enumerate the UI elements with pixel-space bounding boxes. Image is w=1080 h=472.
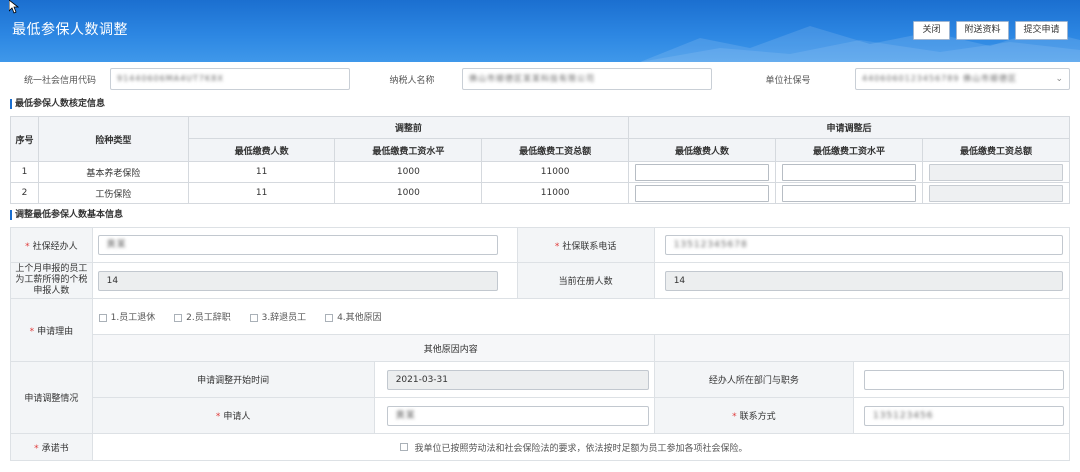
reason-option-resign[interactable]: 2.员工辞职 xyxy=(174,310,231,323)
reason-option-retire[interactable]: 1.员工退休 xyxy=(98,310,155,323)
dept-input[interactable] xyxy=(863,369,1064,390)
section-title-min-insured: 最低参保人数核定信息 xyxy=(10,99,105,109)
table-row: 2 工伤保险 11 1000 11000 xyxy=(10,182,1071,204)
submit-application-button[interactable]: 提交申请 xyxy=(1015,21,1068,40)
table-row: 1 基本养老保险 11 1000 11000 xyxy=(10,161,1071,183)
reason-option-dismiss[interactable]: 3.辞退员工 xyxy=(249,310,306,323)
applicant-value: 黄某 xyxy=(395,410,416,421)
required-mark: * xyxy=(732,412,737,422)
agent-value: 黄某 xyxy=(106,240,127,250)
last-month-count: 14 xyxy=(97,270,498,291)
row-seq: 2 xyxy=(10,182,39,204)
taxpayer-name-label: 纳税人名称 xyxy=(389,76,435,86)
required-mark: * xyxy=(29,326,35,337)
promise-text: 我单位已按照劳动法和社会保险法的要求，依法按时足额为员工参加各项社会保险。 xyxy=(414,443,748,454)
current-count-label: 当前在册人数 xyxy=(516,262,655,299)
credit-code-field[interactable]: 91440606MA4UT7K8X xyxy=(110,68,350,90)
close-button[interactable]: 关闭 xyxy=(913,21,950,40)
checkbox[interactable] xyxy=(174,313,183,322)
mountain-decoration xyxy=(640,26,1080,62)
current-count: 14 xyxy=(664,270,1063,291)
reason-option-other[interactable]: 4.其他原因 xyxy=(325,310,382,323)
mouse-cursor-icon xyxy=(9,0,19,14)
agent-input[interactable]: 黄某 xyxy=(97,235,498,255)
row-before-total: 11000 xyxy=(481,182,630,204)
attach-materials-button[interactable]: 附送资料 xyxy=(956,21,1009,40)
taxpayer-info-bar: 统一社会信用代码 91440606MA4UT7K8X 纳税人名称 佛山市顺德区某… xyxy=(0,62,1080,96)
checkbox[interactable] xyxy=(98,313,107,322)
row-insurance-type: 工伤保险 xyxy=(37,182,189,204)
dept-label: 经办人所在部门与职务 xyxy=(653,361,854,398)
phone-value: 13512345678 xyxy=(673,240,748,250)
other-reason-content xyxy=(653,334,1071,362)
chevron-down-icon: ⌄ xyxy=(1055,74,1063,84)
situation-label: 申请调整情况 xyxy=(10,361,93,434)
checkbox[interactable] xyxy=(249,313,258,322)
row-seq: 1 xyxy=(10,161,39,183)
header-before-min-people: 最低缴费人数 xyxy=(187,138,336,162)
section-title-basic-info: 调整最低参保人数基本信息 xyxy=(10,210,123,220)
contact-label: 联系方式 xyxy=(739,412,776,422)
promise-checkbox[interactable] xyxy=(399,443,408,451)
basic-info-table: * 社保经办人 黄某 * 社保联系电话 13512345678 上个月申报的员工为工… xyxy=(10,227,1071,461)
social-security-no-value: 4406060123456789 佛山市顺德区 xyxy=(862,74,1017,83)
phone-input[interactable]: 13512345678 xyxy=(664,235,1063,255)
header-before: 调整前 xyxy=(187,116,630,139)
header-after: 申请调整后 xyxy=(628,116,1070,139)
header-before-min-wage: 最低缴费工资水平 xyxy=(334,138,483,162)
header-after-min-people: 最低缴费人数 xyxy=(628,138,776,162)
after-total-input xyxy=(928,163,1063,181)
required-mark: * xyxy=(34,443,39,454)
header-before-min-total: 最低缴费工资总额 xyxy=(481,138,630,162)
row-before-wage: 1000 xyxy=(334,182,483,204)
row-before-people: 11 xyxy=(187,182,336,204)
reason-label: 申请理由 xyxy=(37,326,74,337)
last-month-label: 上个月申报的员工为工薪所得的个税申报人数 xyxy=(10,262,93,299)
contact-value: 135123456 xyxy=(872,410,934,421)
header-after-min-total: 最低缴费工资总额 xyxy=(921,138,1071,162)
required-mark: * xyxy=(25,241,30,252)
page-header: 最低参保人数调整 关闭 附送资料 提交申请 xyxy=(0,0,1080,62)
row-before-people: 11 xyxy=(187,161,336,183)
required-mark: * xyxy=(215,412,221,422)
after-wage-input[interactable] xyxy=(781,184,916,202)
promise-label: 承诺书 xyxy=(41,443,69,454)
credit-code-label: 统一社会信用代码 xyxy=(23,76,96,86)
social-security-no-select[interactable]: 4406060123456789 佛山市顺德区 ⌄ xyxy=(855,68,1070,90)
other-reason-label: 其他原因内容 xyxy=(91,334,655,362)
min-insured-table: 序号 险种类型 调整前 申请调整后 最低缴费人数 最低缴费工资水平 最低缴费工资… xyxy=(10,116,1071,204)
taxpayer-name-value: 佛山市顺德区某某科技有限公司 xyxy=(469,74,595,83)
row-before-total: 11000 xyxy=(481,161,630,183)
after-wage-input[interactable] xyxy=(781,163,916,181)
header-seq: 序号 xyxy=(10,116,39,162)
credit-code-value: 91440606MA4UT7K8X xyxy=(117,74,224,83)
phone-label: 社保联系电话 xyxy=(562,241,617,252)
header-insurance-type: 险种类型 xyxy=(37,116,189,162)
social-security-no-label: 单位社保号 xyxy=(765,76,811,86)
row-before-wage: 1000 xyxy=(334,161,483,183)
agent-label: 社保经办人 xyxy=(32,241,78,252)
after-total-input xyxy=(928,184,1063,202)
after-people-input[interactable] xyxy=(635,163,769,181)
applicant-input[interactable]: 黄某 xyxy=(386,405,649,426)
after-people-input[interactable] xyxy=(635,184,769,202)
header-after-min-wage: 最低缴费工资水平 xyxy=(774,138,923,162)
row-insurance-type: 基本养老保险 xyxy=(37,161,189,183)
required-mark: * xyxy=(554,241,560,252)
checkbox[interactable] xyxy=(325,313,334,322)
start-time-label: 申请调整开始时间 xyxy=(91,361,375,398)
page-title: 最低参保人数调整 xyxy=(12,22,128,38)
contact-input[interactable]: 135123456 xyxy=(863,405,1064,426)
applicant-label: 申请人 xyxy=(223,412,251,422)
start-time-field: 2021-03-31 xyxy=(386,369,649,390)
taxpayer-name-field[interactable]: 佛山市顺德区某某科技有限公司 xyxy=(462,68,712,90)
